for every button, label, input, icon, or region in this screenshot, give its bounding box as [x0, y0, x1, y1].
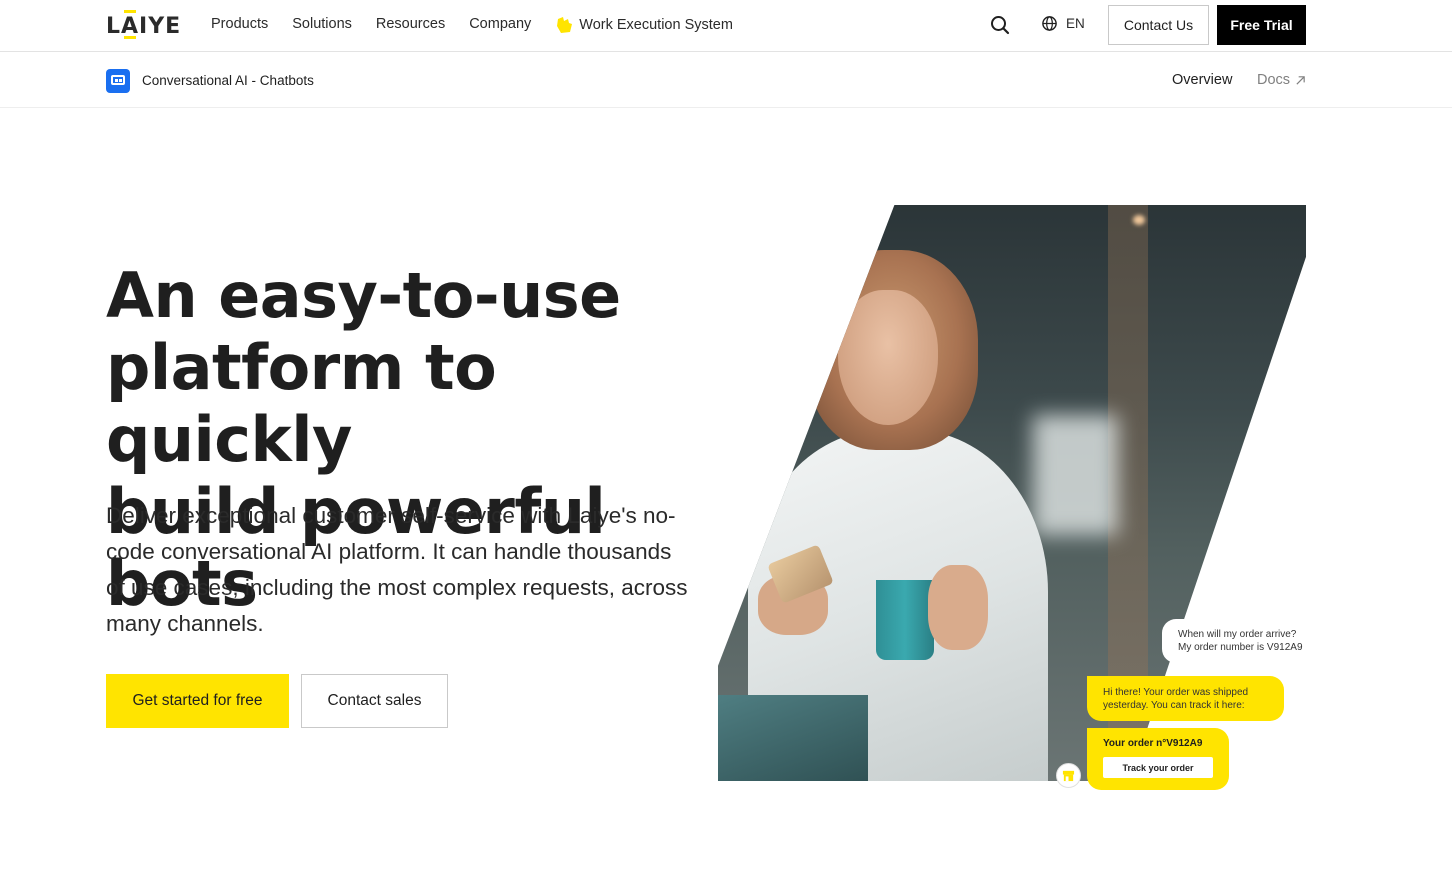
face: [838, 290, 938, 425]
top-navigation: LAIYE Products Solutions Resources Compa…: [0, 0, 1452, 52]
chat-user-line: My order number is V912A9: [1178, 642, 1303, 653]
contact-sales-button[interactable]: Contact sales: [301, 674, 448, 728]
main-nav: Products Solutions Resources Company Wor…: [211, 16, 733, 34]
external-link-arrow-icon: [1296, 75, 1305, 85]
railing: [718, 695, 868, 781]
nav-solutions[interactable]: Solutions: [292, 16, 352, 34]
hero-title-line: platform to quickly: [106, 331, 497, 476]
free-trial-button[interactable]: Free Trial: [1217, 5, 1306, 45]
hand-holding-mug: [928, 565, 988, 650]
hero-title-line: An easy-to-use: [106, 259, 621, 332]
chatbot-icon: [106, 69, 130, 93]
get-started-button[interactable]: Get started for free: [106, 674, 289, 728]
search-button[interactable]: [989, 14, 1011, 36]
subnav-overview-link[interactable]: Overview: [1172, 72, 1232, 88]
chat-order-card: Your order n°V912A9 Track your order: [1087, 728, 1229, 790]
contact-us-button[interactable]: Contact Us: [1108, 5, 1209, 45]
bot-avatar: [1056, 763, 1081, 788]
language-selector[interactable]: EN: [1041, 15, 1085, 32]
hand-wave-icon: [557, 17, 573, 33]
store-icon: [1062, 770, 1075, 782]
subnav-docs-link[interactable]: Docs: [1257, 72, 1306, 88]
product-name: Conversational AI - Chatbots: [142, 73, 314, 88]
order-label: Your order n°V912A9: [1103, 738, 1203, 749]
background-window-light: [1033, 415, 1118, 535]
teal-mug: [876, 580, 934, 660]
chat-user-line: When will my order arrive?: [1178, 629, 1297, 640]
nav-resources[interactable]: Resources: [376, 16, 445, 34]
product-subnav: Conversational AI - Chatbots Overview Do…: [0, 53, 1452, 108]
chatbot-icon-dot: [119, 79, 122, 82]
hero-description: Deliver exceptional customer self-servic…: [106, 503, 688, 636]
track-order-button[interactable]: Track your order: [1103, 757, 1213, 778]
chat-bot-message: Hi there! Your order was shipped yesterd…: [1087, 676, 1284, 721]
nav-work-execution-system[interactable]: Work Execution System: [555, 16, 733, 34]
chat-bot-line: yesterday. You can track it here:: [1103, 700, 1245, 711]
logo-accent-bottom: [124, 36, 136, 39]
chatbot-icon-dot: [115, 79, 118, 82]
search-icon: [991, 16, 1010, 35]
chatbot-icon-frame: [111, 75, 125, 85]
laiye-logo[interactable]: LAIYE: [106, 10, 180, 40]
logo-accent-top: [124, 10, 136, 13]
docs-label: Docs: [1257, 72, 1291, 88]
chat-bot-line: Hi there! Your order was shipped: [1103, 687, 1249, 698]
chat-user-message: When will my order arrive? My order numb…: [1162, 619, 1322, 663]
language-label: EN: [1066, 16, 1085, 31]
logo-text: LAIYE: [106, 14, 182, 39]
ceiling-lamp: [1133, 215, 1145, 225]
globe-icon: [1042, 16, 1057, 31]
nav-work-execution-system-label: Work Execution System: [579, 17, 733, 33]
nav-company[interactable]: Company: [469, 16, 531, 34]
nav-products[interactable]: Products: [211, 16, 268, 34]
